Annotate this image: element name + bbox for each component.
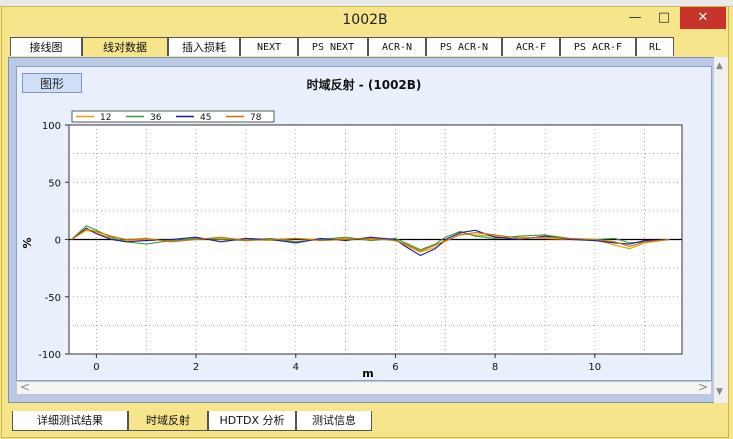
chart-panel: 图形 时域反射 - (1002B) 100 50 0 -50 -100 0 2 4 6 8 10 1…	[8, 57, 720, 403]
y-tick-label: -50	[45, 293, 61, 304]
x-tick-label: 0	[93, 362, 99, 373]
tab-tdr[interactable]: 时域反射	[128, 411, 208, 431]
legend-label-12: 12	[100, 113, 111, 123]
legend: 12 36 45 78	[71, 110, 275, 123]
x-tick-label: 8	[492, 362, 498, 373]
chart-area: 图形 时域反射 - (1002B) 100 50 0 -50 -100 0 2 4 6 8 10 1…	[16, 66, 712, 381]
x-tick-label: 10	[588, 362, 601, 373]
tab-acr-f[interactable]: ACR-F	[502, 37, 560, 56]
legend-label-45: 45	[200, 113, 211, 123]
legend-label-36: 36	[150, 113, 162, 123]
tab-ps-next[interactable]: PS NEXT	[298, 37, 368, 56]
tab-next[interactable]: NEXT	[240, 37, 298, 56]
scroll-up-icon[interactable]: ▲	[716, 61, 723, 71]
tab-pair-data[interactable]: 线对数据	[82, 37, 168, 56]
tab-rl[interactable]: RL	[636, 37, 674, 56]
title-bar: 1002B — □ ✕	[2, 7, 728, 35]
tdr-window: 1002B — □ ✕ 接线图 线对数据 插入损耗 NEXT PS NEXT A…	[1, 6, 729, 438]
tab-test-info[interactable]: 测试信息	[296, 411, 372, 431]
scroll-left-icon[interactable]: <	[20, 380, 30, 394]
legend-label-78: 78	[250, 113, 262, 123]
x-tick-label: 2	[193, 362, 199, 373]
y-tick-label: 100	[42, 121, 61, 132]
tab-acr-n[interactable]: ACR-N	[368, 37, 426, 56]
y-tick-label: -100	[38, 350, 61, 361]
x-axis-label: m	[362, 367, 373, 380]
tdr-chart: 100 50 0 -50 -100 0 2 4 6 8 10 12 36 45 78 m %	[21, 110, 683, 380]
vertical-scrollbar[interactable]: ▲ ▼	[714, 57, 728, 403]
tab-hdtdx-analysis[interactable]: HDTDX 分析	[208, 411, 296, 431]
y-axis-label: %	[21, 237, 34, 248]
tab-insertion-loss[interactable]: 插入损耗	[168, 37, 240, 56]
x-tick-label: 4	[293, 362, 299, 373]
horizontal-scrollbar[interactable]: < >	[16, 380, 712, 395]
x-tick-label: 6	[392, 362, 398, 373]
scroll-right-icon[interactable]: >	[698, 380, 708, 394]
y-tick-label: 0	[55, 236, 61, 247]
tab-ps-acr-f[interactable]: PS ACR-F	[560, 37, 636, 56]
tab-ps-acr-n[interactable]: PS ACR-N	[426, 37, 502, 56]
scroll-down-icon[interactable]: ▼	[716, 387, 723, 397]
close-icon[interactable]: ✕	[680, 7, 726, 29]
y-tick-label: 50	[48, 178, 61, 189]
maximize-icon[interactable]: □	[650, 7, 678, 29]
tab-detailed-results[interactable]: 详细测试结果	[12, 411, 128, 431]
tab-wiremap[interactable]: 接线图	[10, 37, 82, 56]
window-title: 1002B	[342, 12, 388, 28]
minimize-icon[interactable]: —	[621, 7, 649, 29]
